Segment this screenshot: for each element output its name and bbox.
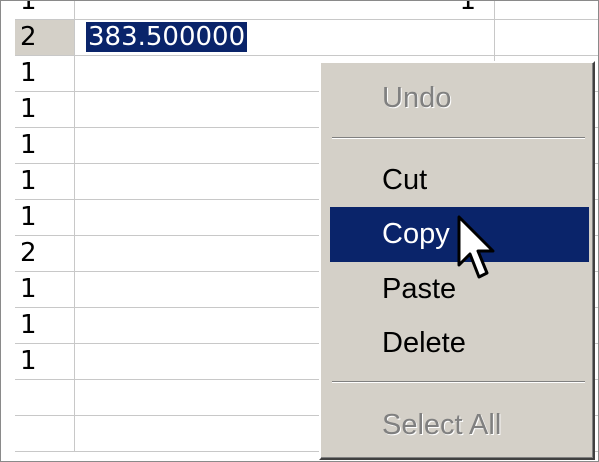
row-number: 1 [15, 56, 75, 91]
row-number: 1 [15, 272, 75, 307]
row-number: 1 [15, 344, 75, 379]
row-number: 2 [15, 20, 75, 55]
menu-item-select-all[interactable]: Select All [330, 398, 589, 453]
menu-item-undo[interactable]: Undo [330, 71, 589, 126]
row-number: 1 [15, 1, 75, 19]
row-number: 1 [15, 92, 75, 127]
table-cell[interactable] [495, 1, 598, 19]
row-number: 1 [15, 308, 75, 343]
row-number: 1 [15, 128, 75, 163]
row-number [15, 416, 75, 451]
row-number: 1 [15, 164, 75, 199]
editing-cell[interactable]: 383.500000 [75, 20, 495, 55]
menu-separator [332, 381, 585, 383]
table-cell[interactable] [495, 20, 598, 55]
arrow-pointer-icon [457, 215, 495, 279]
menu-separator [332, 137, 585, 139]
table-row[interactable]: 1 1 [15, 1, 598, 20]
menu-item-delete[interactable]: Delete [330, 316, 589, 371]
row-number [15, 380, 75, 415]
table-cell[interactable]: 1 [75, 1, 495, 19]
grid-frame: 1 1 2 383.500000 1 1 1 1 1 2 1 1 1 Undo … [0, 0, 599, 462]
row-number: 1 [15, 200, 75, 235]
selected-cell-text[interactable]: 383.500000 [86, 22, 248, 52]
menu-item-cut[interactable]: Cut [330, 153, 589, 208]
table-row[interactable]: 2 383.500000 [15, 20, 598, 56]
row-number: 2 [15, 236, 75, 271]
